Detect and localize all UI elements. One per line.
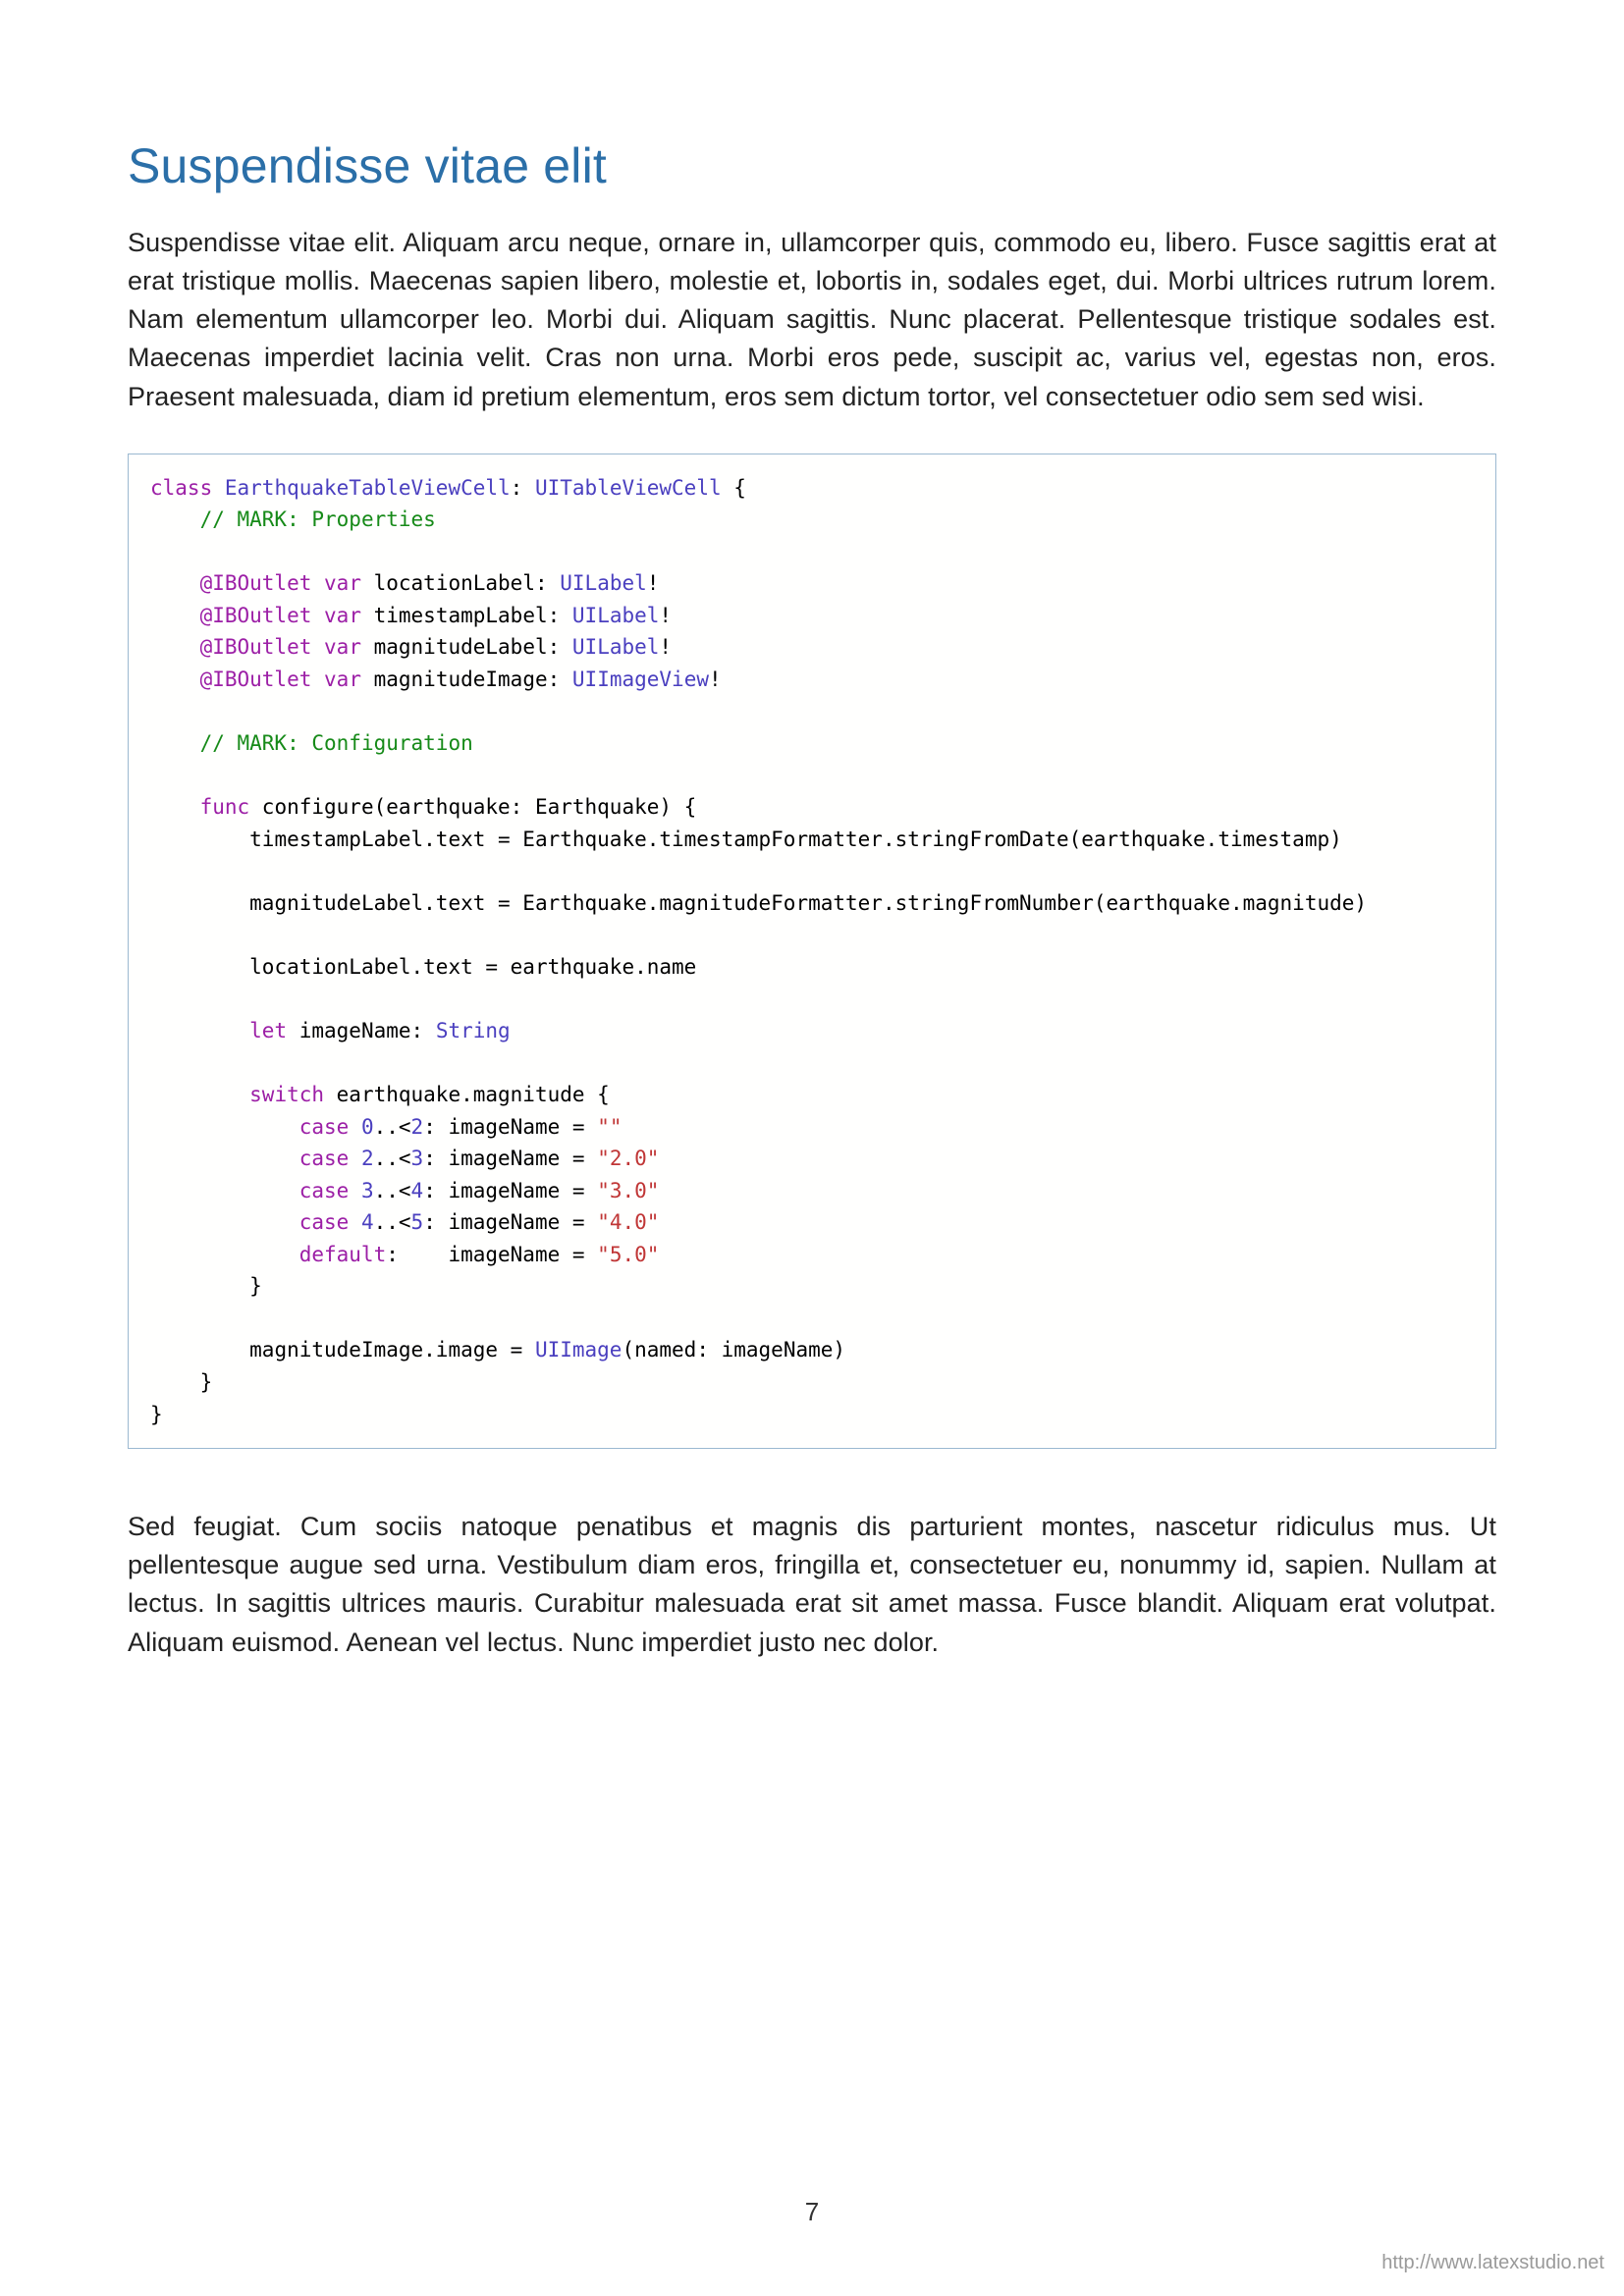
code-token: UILabel bbox=[572, 604, 660, 627]
code-token: @IBOutlet bbox=[200, 635, 312, 659]
code-token: imageName: bbox=[287, 1019, 436, 1042]
document-page: Suspendisse vitae elit Suspendisse vitae… bbox=[0, 0, 1624, 2296]
code-token: ! bbox=[709, 667, 722, 691]
code-token: (named: imageName) bbox=[622, 1338, 845, 1362]
code-listing: class EarthquakeTableViewCell: UITableVi… bbox=[128, 454, 1496, 1449]
code-token: ! bbox=[659, 635, 672, 659]
code-token: @IBOutlet bbox=[200, 667, 312, 691]
code-token: case bbox=[299, 1115, 350, 1139]
code-token: 2 bbox=[361, 1147, 374, 1170]
code-token: : imageName = bbox=[423, 1210, 597, 1234]
code-token: magnitudeLabel.text = Earthquake.magnitu… bbox=[249, 891, 1367, 915]
code-token: "2.0" bbox=[597, 1147, 659, 1170]
code-token: ! bbox=[647, 571, 660, 595]
code-token: : imageName = bbox=[386, 1243, 597, 1266]
code-token: @IBOutlet bbox=[200, 571, 312, 595]
code-token: case bbox=[299, 1179, 350, 1202]
code-token: } bbox=[150, 1403, 163, 1426]
code-token: case bbox=[299, 1147, 350, 1170]
code-token: UIImageView bbox=[572, 667, 709, 691]
code-token: @IBOutlet bbox=[200, 604, 312, 627]
code-token: earthquake.magnitude { bbox=[324, 1083, 610, 1106]
code-token: UILabel bbox=[572, 635, 660, 659]
code-token: locationLabel.text = earthquake.name bbox=[249, 955, 696, 979]
code-token: 5 bbox=[411, 1210, 424, 1234]
code-token: class bbox=[150, 476, 212, 500]
code-token: : bbox=[511, 476, 535, 500]
code-token: default bbox=[299, 1243, 387, 1266]
code-token: : imageName = bbox=[423, 1147, 597, 1170]
code-token: var bbox=[324, 604, 361, 627]
code-token: locationLabel: bbox=[361, 571, 560, 595]
code-token: 3 bbox=[361, 1179, 374, 1202]
code-token: 3 bbox=[411, 1147, 424, 1170]
page-number: 7 bbox=[0, 2197, 1624, 2227]
code-token: magnitudeImage: bbox=[361, 667, 572, 691]
code-token: case bbox=[299, 1210, 350, 1234]
code-token: let bbox=[249, 1019, 287, 1042]
section-heading: Suspendisse vitae elit bbox=[128, 137, 1496, 194]
code-token: ! bbox=[659, 604, 672, 627]
code-token: UILabel bbox=[560, 571, 647, 595]
code-token: var bbox=[324, 667, 361, 691]
code-token: var bbox=[324, 635, 361, 659]
code-token: 4 bbox=[361, 1210, 374, 1234]
paragraph-1: Suspendisse vitae elit. Aliquam arcu neq… bbox=[128, 224, 1496, 416]
code-token: func bbox=[200, 795, 250, 819]
code-token: "3.0" bbox=[597, 1179, 659, 1202]
code-token: 0 bbox=[361, 1115, 374, 1139]
code-token: "" bbox=[597, 1115, 622, 1139]
code-token: "4.0" bbox=[597, 1210, 659, 1234]
code-token: ..< bbox=[374, 1147, 411, 1170]
code-token: 4 bbox=[411, 1179, 424, 1202]
code-token: ..< bbox=[374, 1115, 411, 1139]
code-token: ..< bbox=[374, 1179, 411, 1202]
code-token: // MARK: Properties bbox=[200, 507, 436, 531]
code-token: timestampLabel: bbox=[361, 604, 572, 627]
code-token: String bbox=[436, 1019, 511, 1042]
code-token: magnitudeLabel: bbox=[361, 635, 572, 659]
code-token: "5.0" bbox=[597, 1243, 659, 1266]
code-token: UIImage bbox=[535, 1338, 623, 1362]
code-token: var bbox=[324, 571, 361, 595]
code-token: ..< bbox=[374, 1210, 411, 1234]
code-token: 2 bbox=[411, 1115, 424, 1139]
code-token: : imageName = bbox=[423, 1115, 597, 1139]
code-token: magnitudeImage.image = bbox=[249, 1338, 535, 1362]
code-token: timestampLabel.text = Earthquake.timesta… bbox=[249, 828, 1342, 851]
code-token: UITableViewCell bbox=[535, 476, 722, 500]
code-token: { bbox=[722, 476, 746, 500]
footer-link: http://www.latexstudio.net bbox=[1381, 2252, 1604, 2274]
code-token: EarthquakeTableViewCell bbox=[225, 476, 511, 500]
code-token: : imageName = bbox=[423, 1179, 597, 1202]
code-token: } bbox=[200, 1370, 213, 1394]
code-token: configure(earthquake: Earthquake) { bbox=[249, 795, 696, 819]
code-token: switch bbox=[249, 1083, 324, 1106]
paragraph-2: Sed feugiat. Cum sociis natoque penatibu… bbox=[128, 1508, 1496, 1662]
code-token: // MARK: Configuration bbox=[200, 731, 473, 755]
code-token: } bbox=[249, 1274, 262, 1298]
